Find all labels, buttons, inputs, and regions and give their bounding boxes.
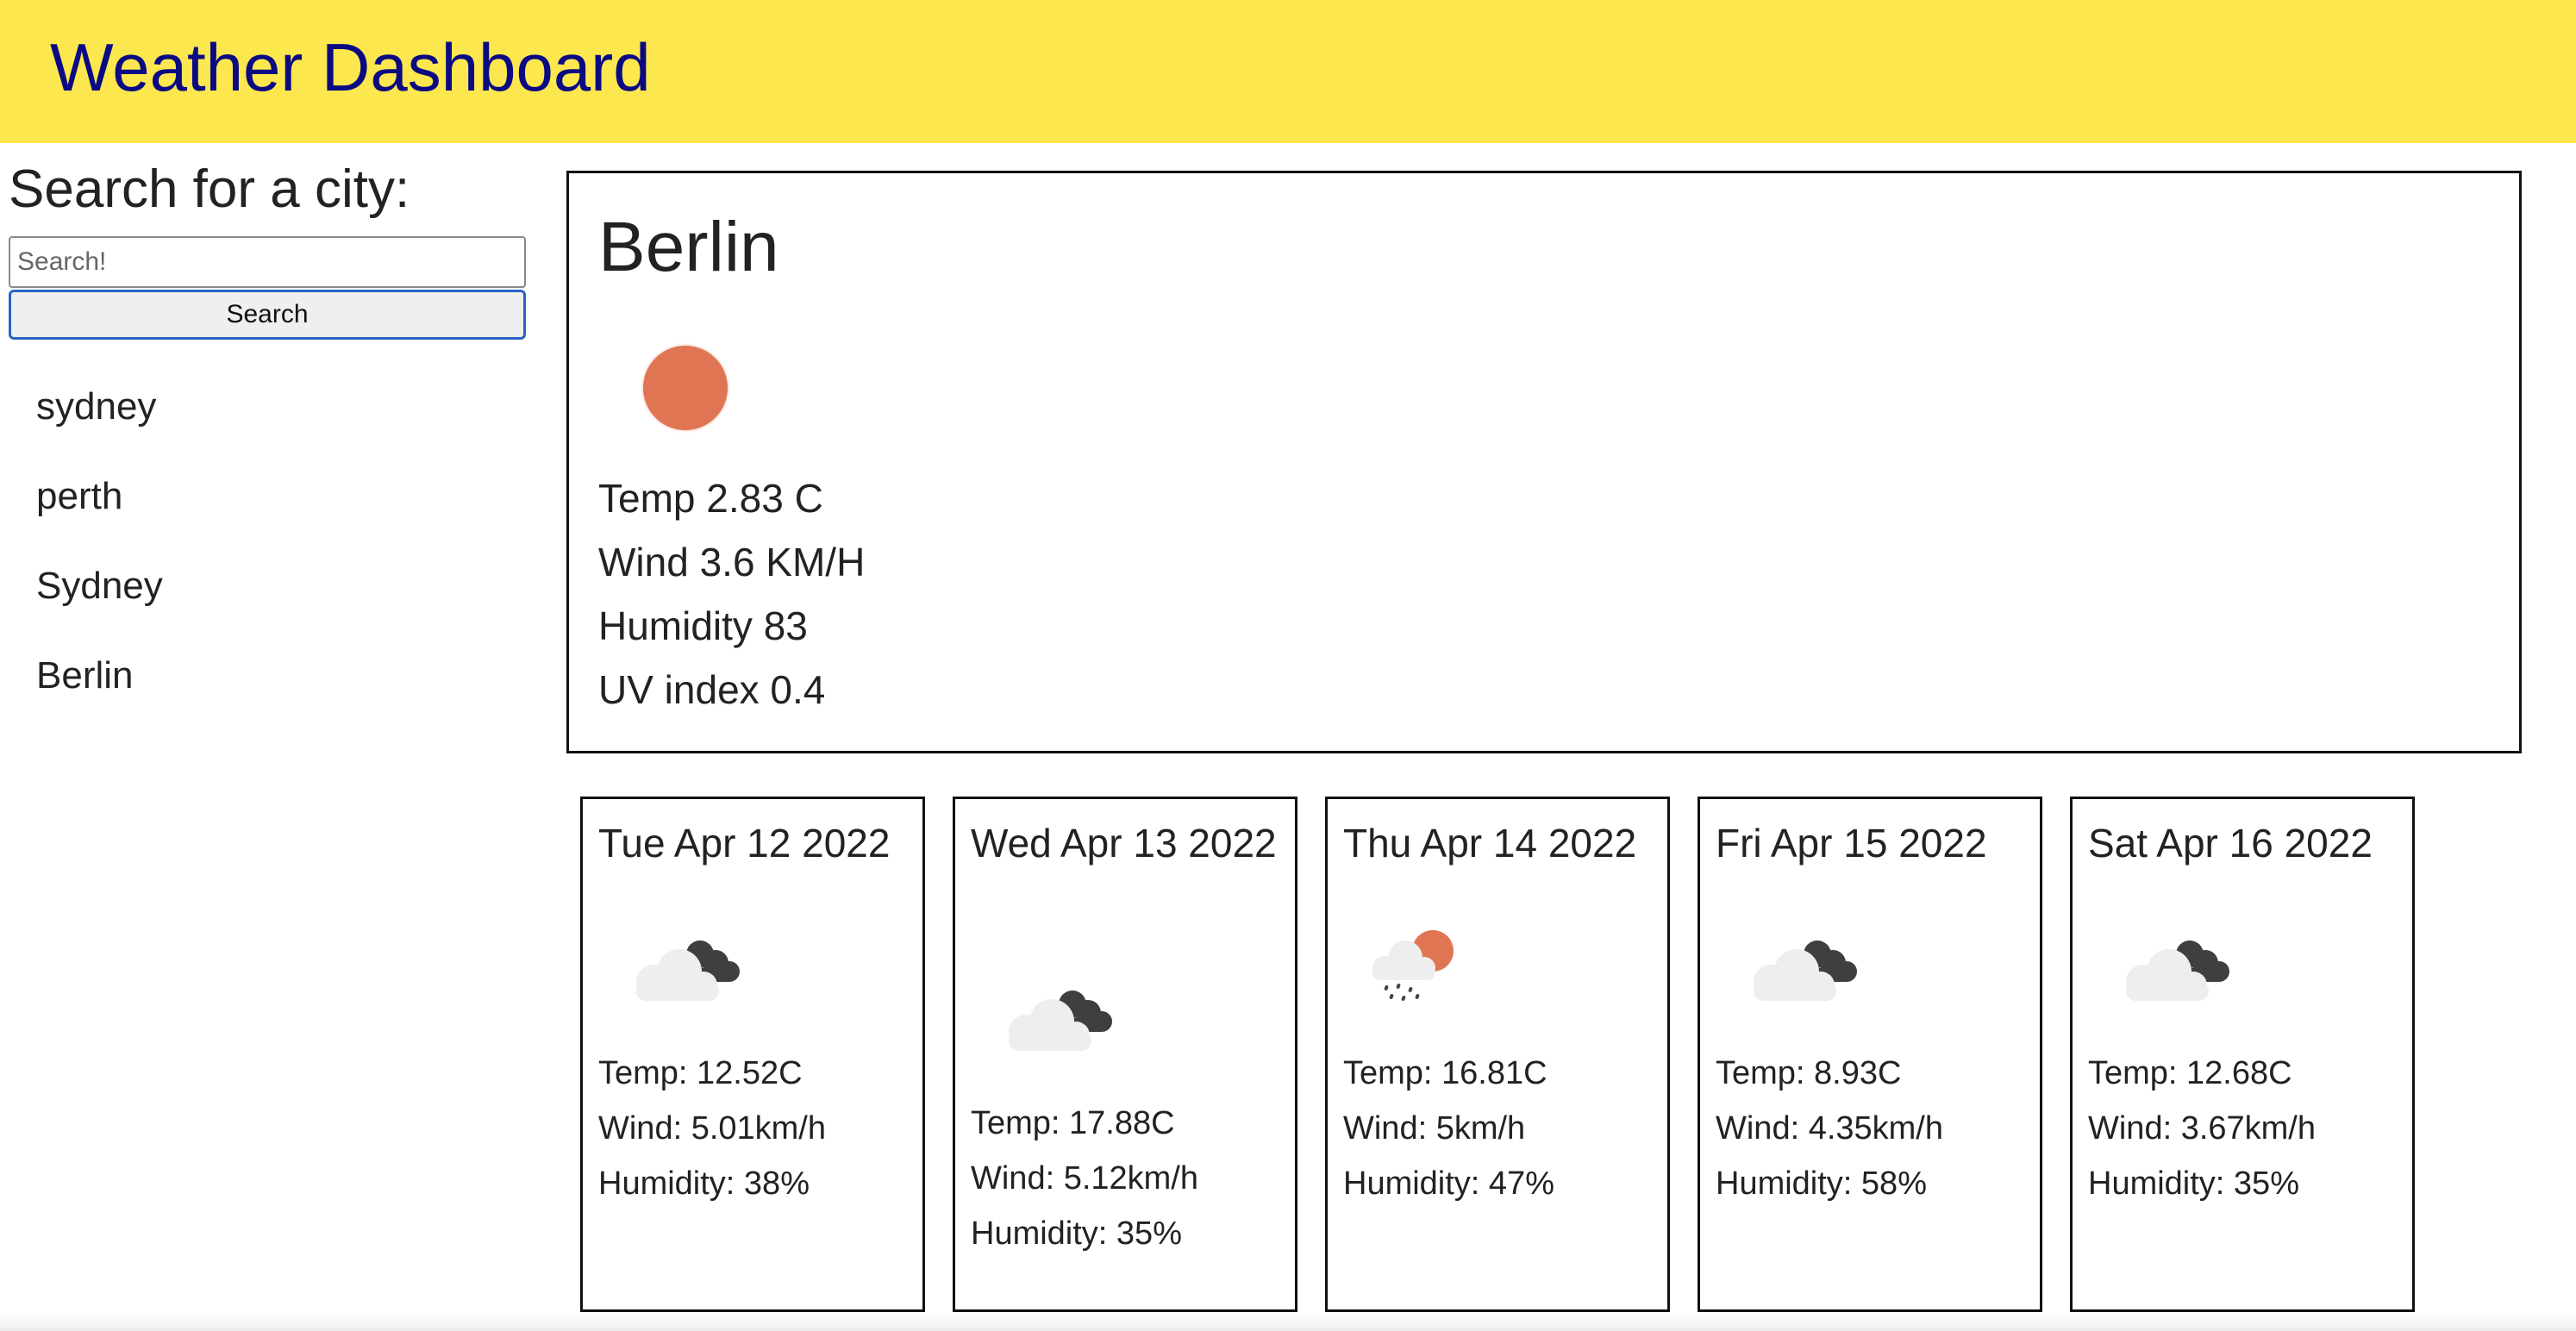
current-weather-stats: Temp 2.83 C Wind 3.6 KM/H Humidity 83 UV…: [598, 466, 865, 722]
forecast-temp: Temp: 12.52C: [598, 1055, 803, 1091]
forecast-details: Temp: 8.93C Wind: 4.35km/h Humidity: 58%: [1716, 1046, 1943, 1211]
forecast-date: Wed Apr 13 2022: [971, 821, 1277, 865]
forecast-date: Fri Apr 15 2022: [1716, 821, 1987, 865]
forecast-humidity: Humidity: 58%: [1716, 1165, 1927, 1202]
forecast-details: Temp: 16.81C Wind: 5km/h Humidity: 47%: [1343, 1046, 1554, 1211]
forecast-date: Sat Apr 16 2022: [2088, 821, 2373, 865]
broken-clouds-icon: [636, 940, 740, 1001]
forecast-details: Temp: 12.68C Wind: 3.67km/h Humidity: 35…: [2088, 1046, 2316, 1211]
forecast-card: Fri Apr 15 2022 Temp: 8.93C Wind: 4.35km…: [1698, 797, 2042, 1312]
forecast-humidity: Humidity: 38%: [598, 1165, 810, 1202]
current-humidity: Humidity 83: [598, 603, 808, 648]
forecast-wind: Wind: 5.12km/h: [971, 1160, 1198, 1197]
forecast-temp: Temp: 17.88C: [971, 1105, 1175, 1141]
broken-clouds-icon: [1009, 990, 1112, 1051]
history-item-berlin[interactable]: Berlin: [9, 631, 526, 721]
forecast-date: Thu Apr 14 2022: [1343, 821, 1637, 865]
forecast-humidity: Humidity: 35%: [2088, 1165, 2299, 1202]
search-button[interactable]: Search: [9, 290, 526, 340]
search-input[interactable]: [9, 236, 526, 288]
page-bottom-edge: [0, 1314, 2576, 1331]
forecast-wind: Wind: 5.01km/h: [598, 1110, 826, 1147]
forecast-temp: Temp: 16.81C: [1343, 1055, 1547, 1091]
forecast-card: Tue Apr 12 2022 Temp: 12.52C Wind: 5.01k…: [580, 797, 925, 1312]
page-header: Weather Dashboard: [0, 0, 2576, 143]
current-city-name: Berlin: [598, 208, 779, 286]
forecast-temp: Temp: 8.93C: [1716, 1055, 1902, 1091]
sun-icon: [643, 346, 728, 430]
history-item-sydney-2[interactable]: Sydney: [9, 541, 526, 631]
current-weather-panel: Berlin Temp 2.83 C Wind 3.6 KM/H Humidit…: [566, 171, 2522, 753]
broken-clouds-icon: [1754, 940, 1857, 1001]
history-item-perth[interactable]: perth: [9, 452, 526, 541]
search-history-list: sydney perth Sydney Berlin: [9, 362, 526, 721]
broken-clouds-icon: [2126, 940, 2229, 1001]
forecast-wind: Wind: 5km/h: [1343, 1110, 1526, 1147]
forecast-details: Temp: 12.52C Wind: 5.01km/h Humidity: 38…: [598, 1046, 826, 1211]
forecast-card: Sat Apr 16 2022 Temp: 12.68C Wind: 3.67k…: [2070, 797, 2415, 1312]
current-temp: Temp 2.83 C: [598, 476, 823, 521]
forecast-card: Wed Apr 13 2022 Temp: 17.88C Wind: 5.12k…: [953, 797, 1297, 1312]
forecast-card: Thu Apr 14 2022 Temp: 16.81C Wind: 5km/h…: [1325, 797, 1670, 1312]
forecast-date: Tue Apr 12 2022: [598, 821, 891, 865]
page-title: Weather Dashboard: [50, 29, 651, 105]
rain-sun-icon: [1372, 930, 1454, 1001]
search-heading: Search for a city:: [9, 159, 410, 219]
history-item-sydney[interactable]: sydney: [9, 362, 526, 452]
current-wind: Wind 3.6 KM/H: [598, 540, 866, 584]
forecast-wind: Wind: 3.67km/h: [2088, 1110, 2316, 1147]
forecast-humidity: Humidity: 47%: [1343, 1165, 1554, 1202]
forecast-wind: Wind: 4.35km/h: [1716, 1110, 1943, 1147]
search-sidebar: Search for a city: Search sydney perth S…: [9, 155, 526, 721]
forecast-details: Temp: 17.88C Wind: 5.12km/h Humidity: 35…: [971, 1096, 1198, 1261]
current-uv-index: UV index 0.4: [598, 667, 826, 712]
forecast-temp: Temp: 12.68C: [2088, 1055, 2292, 1091]
forecast-humidity: Humidity: 35%: [971, 1215, 1182, 1252]
